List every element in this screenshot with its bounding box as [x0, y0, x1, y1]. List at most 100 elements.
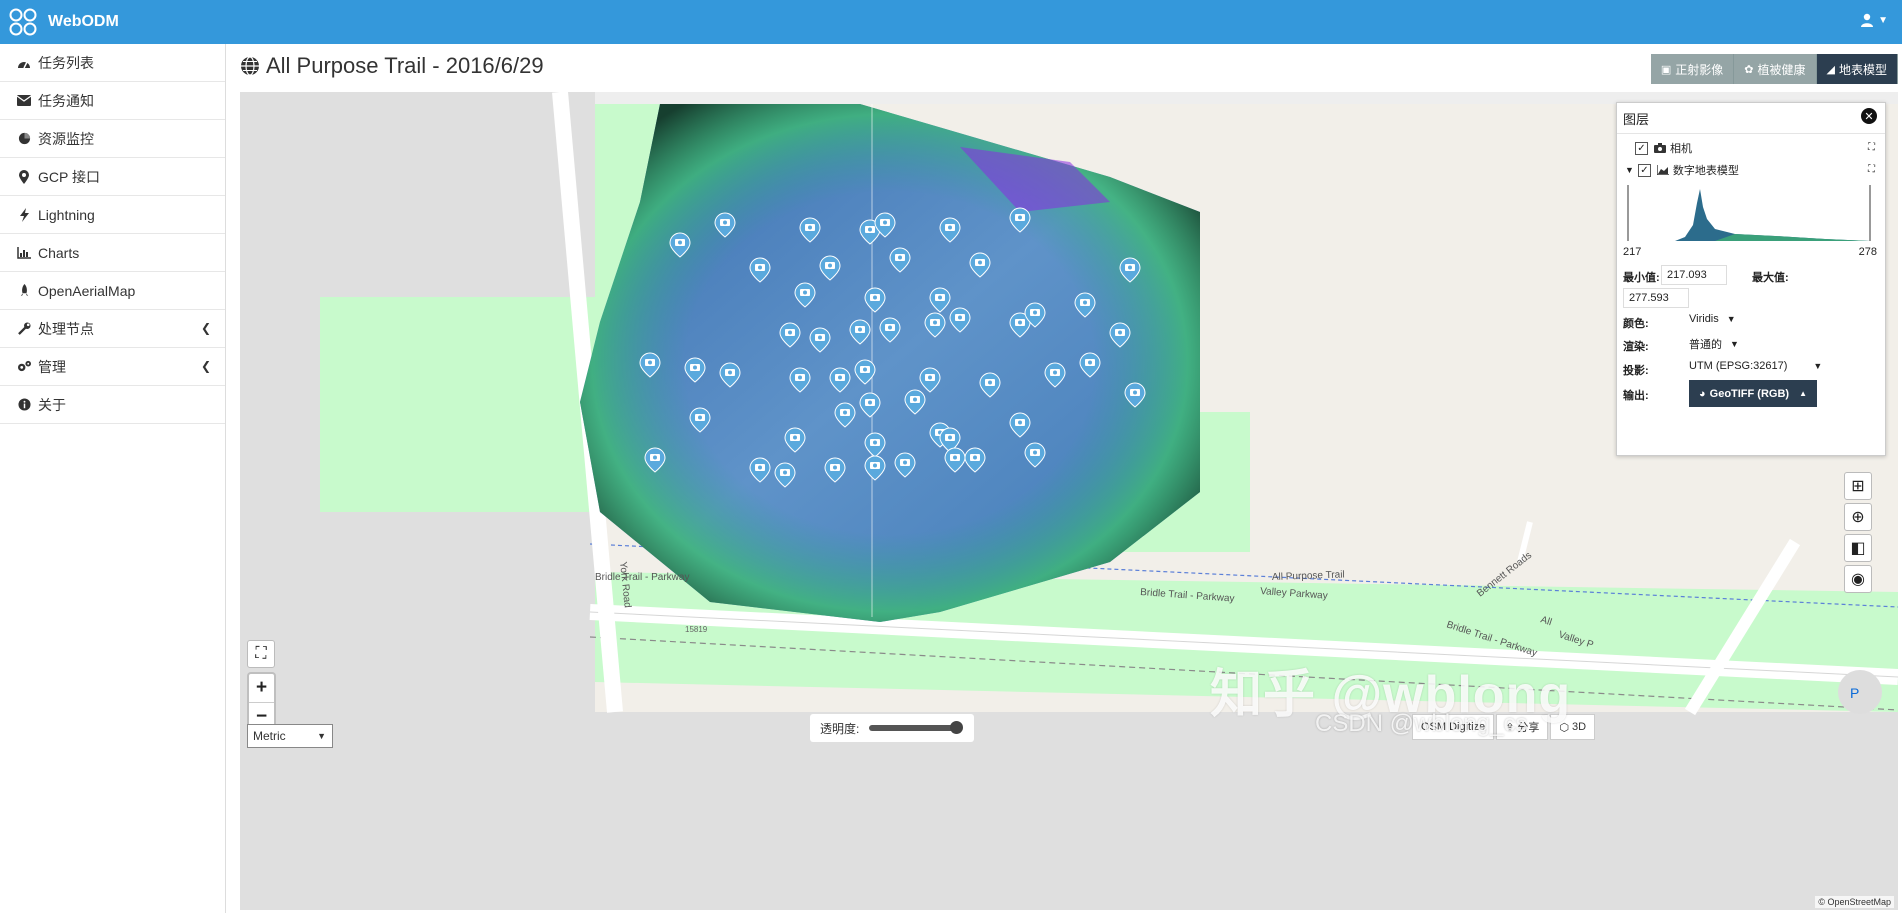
chevron-down-icon: ▼	[1813, 361, 1823, 371]
projection-select[interactable]: UTM (EPSG:32617) ▼	[1689, 360, 1822, 372]
zoom-in-button[interactable]: +	[249, 674, 274, 702]
opacity-slider-thumb[interactable]	[950, 721, 964, 734]
render-label: 渲染:	[1623, 341, 1649, 353]
sidebar-item-label: 处理节点	[38, 320, 94, 337]
max-label: 最大值:	[1752, 272, 1789, 284]
sidebar-item-label: OpenAerialMap	[38, 282, 136, 299]
info-icon	[16, 398, 32, 411]
area-chart-icon	[1656, 165, 1669, 175]
grid-icon[interactable]: ⊞	[1844, 472, 1872, 500]
palette-icon: ◕	[1698, 387, 1706, 400]
map-marker-icon	[16, 169, 32, 184]
unit-select-value: Metric	[253, 729, 286, 743]
sidebar-item-label: Charts	[38, 244, 80, 261]
sidebar-item-about[interactable]: 关于	[0, 386, 225, 424]
map-viewport[interactable]: P Bridle Trail - Parkway York Road 15819…	[240, 92, 1898, 910]
measure-icon[interactable]: ◧	[1844, 534, 1872, 562]
min-value-input[interactable]: 217.093	[1661, 265, 1727, 285]
3d-label: 3D	[1572, 721, 1587, 733]
house-number: 15819	[685, 625, 708, 634]
sidebar-item-label: 关于	[38, 396, 66, 413]
street-label: Bridle Trail - Parkway	[595, 572, 689, 583]
render-select-value: 普通的	[1689, 339, 1722, 351]
image-icon: ▣	[1660, 63, 1672, 76]
sidebar-item-label: 资源监控	[38, 130, 94, 147]
render-select[interactable]: 普通的 ▼	[1689, 336, 1739, 352]
opacity-label: 透明度:	[820, 721, 860, 736]
tab-orthophoto[interactable]: ▣ 正射影像	[1650, 54, 1735, 84]
tab-plant-health[interactable]: ✿ 植被健康	[1734, 54, 1817, 84]
page-title: All Purpose Trail - 2016/6/29	[240, 53, 544, 79]
sidebar-item-task-list[interactable]: 任务列表	[0, 44, 225, 82]
opacity-control: 透明度:	[810, 714, 974, 742]
globe-icon	[241, 56, 259, 76]
bar-chart-icon	[16, 246, 32, 259]
export-label: 输出:	[1623, 390, 1649, 402]
sidebar-item-notifications[interactable]: 任务通知	[0, 82, 225, 120]
camera-layer-label: 相机	[1670, 143, 1692, 155]
area-chart-icon: ◢	[1826, 63, 1835, 76]
top-navbar: WebODM ▼	[0, 0, 1902, 44]
eye-icon[interactable]: ◉	[1844, 565, 1872, 593]
export-button-label: GeoTIFF (RGB)	[1709, 387, 1790, 400]
sidebar-item-resources[interactable]: 资源监控	[0, 120, 225, 158]
color-label: 颜色:	[1623, 318, 1649, 330]
tab-label: 地表模型	[1838, 62, 1887, 77]
tab-label: 正射影像	[1675, 62, 1724, 77]
fullscreen-icon[interactable]: ⛶	[247, 640, 275, 668]
webodm-logo-icon	[9, 8, 37, 36]
sidebar-item-admin[interactable]: 管理 ❮	[0, 348, 225, 386]
sidebar-item-lightning[interactable]: Lightning	[0, 196, 225, 234]
projection-select-value: UTM (EPSG:32617)	[1689, 360, 1788, 372]
layers-panel: 图层 ✕ ✓ 相机 ⛶ ▼ ✓ 数字地表模型 ⛶ 217 278 最小值: 21…	[1616, 102, 1886, 456]
sidebar-item-processing-nodes[interactable]: 处理节点 ❮	[0, 310, 225, 348]
sidebar-item-openaerialmap[interactable]: OpenAerialMap	[0, 272, 225, 310]
dsm-layer-checkbox[interactable]: ✓	[1637, 163, 1651, 177]
max-value-input[interactable]: 277.593	[1623, 288, 1689, 308]
envelope-icon	[16, 95, 32, 106]
sidebar: 任务列表 任务通知 资源监控 GCP 接口 Lightning Charts O…	[0, 44, 226, 913]
close-icon[interactable]: ✕	[1861, 108, 1877, 124]
svg-text:P: P	[1850, 685, 1859, 701]
color-select[interactable]: Viridis ▼	[1689, 313, 1736, 325]
layer-dsm: ▼ ✓ 数字地表模型	[1625, 162, 1739, 178]
rocket-icon	[16, 284, 32, 297]
expand-icon[interactable]: ⛶	[1868, 142, 1875, 153]
chevron-left-icon: ❮	[200, 359, 211, 373]
caret-down-icon[interactable]: ▼	[1625, 165, 1634, 175]
sidebar-item-label: GCP 接口	[38, 168, 100, 185]
app-title: WebODM	[48, 13, 119, 30]
histogram-max-tick: 278	[1858, 246, 1877, 258]
sidebar-item-label: Lightning	[38, 206, 95, 223]
caret-down-icon: ▼	[1878, 14, 1888, 26]
expand-icon[interactable]: ⛶	[1868, 164, 1875, 175]
tab-surface-model[interactable]: ◢ 地表模型	[1816, 54, 1898, 84]
pie-chart-icon	[16, 132, 32, 145]
dsm-layer-label: 数字地表模型	[1672, 165, 1739, 177]
chevron-left-icon: ❮	[200, 321, 211, 335]
unit-select[interactable]: Metric ▼	[247, 724, 333, 748]
wrench-icon	[16, 322, 32, 335]
page-title-text: All Purpose Trail - 2016/6/29	[266, 53, 544, 78]
sidebar-item-label: 管理	[38, 358, 66, 375]
chevron-down-icon: ▼	[1730, 339, 1739, 349]
watermark-secondary: CSDN @wblong_cs	[1315, 710, 1528, 737]
map-attribution: © OpenStreetMap	[1815, 896, 1894, 908]
user-menu[interactable]: ▼	[1860, 13, 1888, 27]
zoom-control: + −	[247, 672, 276, 732]
camera-layer-checkbox[interactable]: ✓	[1635, 141, 1648, 155]
sidebar-item-charts[interactable]: Charts	[0, 234, 225, 272]
opacity-slider[interactable]	[869, 721, 964, 734]
dashboard-icon	[16, 57, 32, 69]
camera-icon	[1654, 143, 1666, 153]
export-button[interactable]: ◕ GeoTIFF (RGB) ▲	[1689, 380, 1817, 407]
bolt-icon	[16, 207, 32, 222]
sidebar-item-gcp[interactable]: GCP 接口	[0, 158, 225, 196]
sidebar-item-label: 任务列表	[38, 54, 94, 71]
brand[interactable]: WebODM	[8, 7, 119, 37]
projection-label: 投影:	[1623, 365, 1649, 377]
min-label: 最小值:	[1623, 272, 1660, 284]
user-icon	[1861, 13, 1874, 27]
layers-title: 图层	[1623, 112, 1650, 127]
plus-circle-icon[interactable]: ⊕	[1844, 503, 1872, 531]
